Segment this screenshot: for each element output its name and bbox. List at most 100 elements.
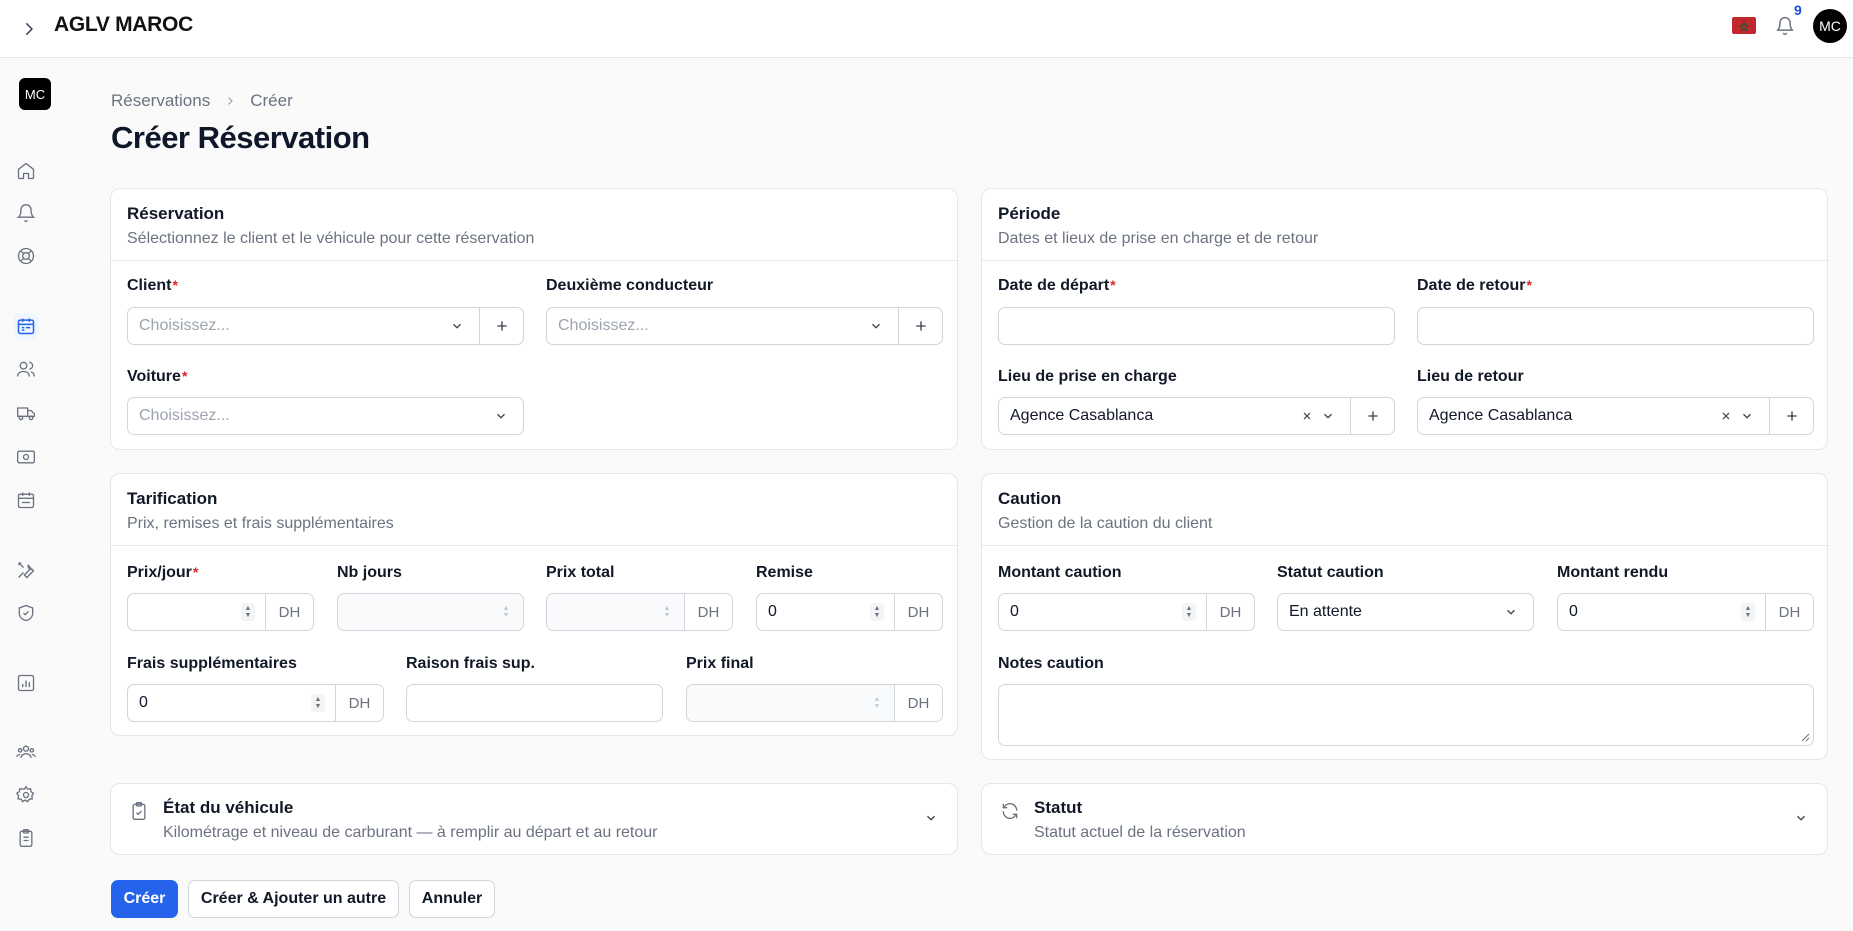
language-flag-icon[interactable] xyxy=(1732,17,1756,34)
user-avatar[interactable]: MC xyxy=(1813,9,1847,43)
section-title: Période xyxy=(998,204,1061,223)
resize-handle-icon[interactable] xyxy=(1800,732,1810,742)
create-and-add-another-button[interactable]: Créer & Ajouter un autre xyxy=(188,880,399,918)
number-stepper-icon[interactable]: ▲ ▼ xyxy=(870,603,884,621)
start-date-label: Date de départ* xyxy=(998,277,1116,294)
deposit-status-label: Statut caution xyxy=(1277,564,1384,581)
client-select[interactable]: Choisissez... xyxy=(127,307,524,345)
deposit-status-select[interactable]: En attente xyxy=(1277,593,1534,631)
breadcrumb: Réservations Créer xyxy=(111,91,293,111)
deposit-notes-label: Notes caution xyxy=(998,655,1104,672)
discount-label: Remise xyxy=(756,564,813,581)
section-title: Statut xyxy=(1034,798,1083,817)
chart-icon[interactable] xyxy=(13,670,39,696)
number-stepper-icon: ▲ ▼ xyxy=(663,605,671,619)
create-button[interactable]: Créer xyxy=(111,880,178,918)
chevron-down-icon xyxy=(447,319,467,333)
final-price-input: ▲ ▼ DH xyxy=(686,684,943,722)
return-date-input[interactable] xyxy=(1417,307,1814,345)
client-label: Client* xyxy=(127,277,178,294)
total-price-input: ▲ ▼ DH xyxy=(546,593,733,631)
section-subtitle: Sélectionnez le client et le véhicule po… xyxy=(127,230,535,247)
section-subtitle: Statut actuel de la réservation xyxy=(1034,824,1246,841)
tools-icon[interactable] xyxy=(13,557,39,583)
final-price-label: Prix final xyxy=(686,655,754,672)
pickup-location-select[interactable]: Agence Casablanca xyxy=(998,397,1395,435)
breadcrumb-current: Créer xyxy=(250,91,293,110)
price-per-day-input[interactable]: ▲ ▼ DH xyxy=(127,593,314,631)
currency-suffix: DH xyxy=(265,594,313,630)
settings-icon[interactable] xyxy=(13,782,39,808)
nb-days-input: ▲ ▼ xyxy=(337,593,524,631)
refresh-icon xyxy=(998,799,1022,823)
cancel-button[interactable]: Annuler xyxy=(409,880,495,918)
number-stepper-icon[interactable]: ▲ ▼ xyxy=(241,603,255,621)
add-client-button[interactable] xyxy=(479,308,523,344)
section-title: Tarification xyxy=(127,489,218,508)
pickup-location-label: Lieu de prise en charge xyxy=(998,368,1177,385)
return-location-label: Lieu de retour xyxy=(1417,368,1524,385)
section-subtitle: Kilométrage et niveau de carburant — à r… xyxy=(163,824,658,841)
extra-fees-reason-label: Raison frais sup. xyxy=(406,655,535,672)
return-location-select[interactable]: Agence Casablanca xyxy=(1417,397,1814,435)
section-title: Réservation xyxy=(127,204,225,223)
extra-fees-label: Frais supplémentaires xyxy=(127,655,297,672)
extra-fees-input[interactable]: 0 ▲ ▼ DH xyxy=(127,684,384,722)
app-title[interactable]: AGLV MAROC xyxy=(54,13,193,37)
discount-input[interactable]: 0 ▲ ▼ DH xyxy=(756,593,943,631)
lifebuoy-icon[interactable] xyxy=(13,243,39,269)
home-icon[interactable] xyxy=(13,158,39,184)
deposit-amount-label: Montant caution xyxy=(998,564,1122,581)
reservation-section: Réservation Sélectionnez le client et le… xyxy=(110,188,958,450)
currency-suffix: DH xyxy=(1765,594,1813,630)
chevron-down-icon xyxy=(491,409,511,423)
car-select[interactable]: Choisissez... xyxy=(127,397,524,435)
breadcrumb-reservations-link[interactable]: Réservations xyxy=(111,91,210,111)
number-stepper-icon[interactable]: ▲ ▼ xyxy=(1182,603,1196,621)
chevron-down-icon[interactable] xyxy=(921,808,941,828)
calendar-days-icon[interactable] xyxy=(13,487,39,513)
sidebar: MC xyxy=(0,58,52,931)
total-price-label: Prix total xyxy=(546,564,615,581)
clear-icon[interactable] xyxy=(1298,410,1316,422)
add-pickup-location-button[interactable] xyxy=(1350,398,1394,434)
bell-icon[interactable] xyxy=(13,200,39,226)
section-title: État du véhicule xyxy=(163,798,294,817)
add-second-driver-button[interactable] xyxy=(898,308,942,344)
nb-days-label: Nb jours xyxy=(337,564,402,581)
clipboard-icon[interactable] xyxy=(13,825,39,851)
section-title: Caution xyxy=(998,489,1062,508)
team-icon[interactable] xyxy=(13,739,39,765)
top-bar: AGLV MAROC 9 MC xyxy=(0,0,1853,58)
number-stepper-icon[interactable]: ▲ ▼ xyxy=(1741,603,1755,621)
start-date-input[interactable] xyxy=(998,307,1395,345)
returned-amount-input[interactable]: 0 ▲ ▼ DH xyxy=(1557,593,1814,631)
sidebar-toggle-chevron-icon[interactable] xyxy=(14,14,44,44)
number-stepper-icon: ▲ ▼ xyxy=(502,605,510,619)
second-driver-select[interactable]: Choisissez... xyxy=(546,307,943,345)
sidebar-tenant-avatar[interactable]: MC xyxy=(19,78,51,110)
second-driver-label: Deuxième conducteur xyxy=(546,277,714,294)
banknote-icon[interactable] xyxy=(13,444,39,470)
deposit-amount-input[interactable]: 0 ▲ ▼ DH xyxy=(998,593,1255,631)
page-title: Créer Réservation xyxy=(111,120,370,155)
price-per-day-label: Prix/jour* xyxy=(127,564,199,581)
add-return-location-button[interactable] xyxy=(1769,398,1813,434)
currency-suffix: DH xyxy=(894,685,942,721)
shield-check-icon[interactable] xyxy=(13,600,39,626)
status-section[interactable]: Statut Statut actuel de la réservation xyxy=(981,783,1828,855)
currency-suffix: DH xyxy=(1206,594,1254,630)
calendar-icon[interactable] xyxy=(13,313,39,339)
users-icon[interactable] xyxy=(13,356,39,382)
currency-suffix: DH xyxy=(894,594,942,630)
number-stepper-icon[interactable]: ▲ ▼ xyxy=(311,694,325,712)
section-subtitle: Dates et lieux de prise en charge et de … xyxy=(998,230,1319,247)
currency-suffix: DH xyxy=(335,685,383,721)
clipboard-check-icon xyxy=(127,799,151,823)
deposit-notes-textarea[interactable] xyxy=(998,684,1814,746)
extra-fees-reason-input[interactable] xyxy=(406,684,663,722)
chevron-down-icon[interactable] xyxy=(1791,808,1811,828)
clear-icon[interactable] xyxy=(1717,410,1735,422)
vehicle-state-section[interactable]: État du véhicule Kilométrage et niveau d… xyxy=(110,783,958,855)
truck-icon[interactable] xyxy=(13,400,39,426)
